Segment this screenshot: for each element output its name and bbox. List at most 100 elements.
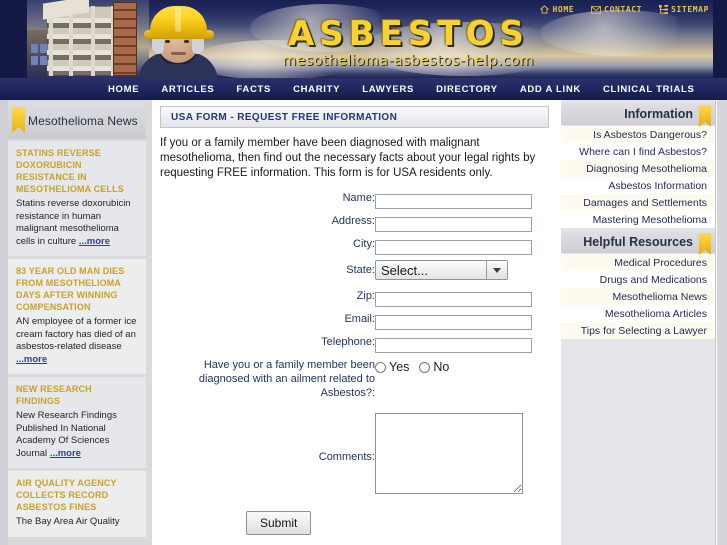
diagnosed-radio-group: Yes No [375, 358, 549, 374]
city-input[interactable] [375, 239, 532, 255]
top-link-sitemap[interactable]: SITEMAP [659, 5, 709, 14]
radio-no-option[interactable]: No [419, 360, 449, 374]
submit-button[interactable]: Submit [246, 511, 312, 535]
nav-item-clinical-trials[interactable]: CLINICAL TRIALS [603, 84, 695, 95]
sidebar-link[interactable]: Is Asbestos Dangerous? [561, 126, 715, 143]
radio-yes-input[interactable] [375, 361, 386, 373]
home-icon [540, 5, 550, 14]
sidebar-link[interactable]: Where can I find Asbestos? [561, 143, 715, 160]
news-item-body: The Bay Area Air Quality [16, 516, 138, 529]
name-input[interactable] [375, 193, 532, 209]
nav-item-lawyers[interactable]: LAWYERS [362, 84, 414, 95]
request-information-form: Name: Address: City: State: Select... Zi… [160, 191, 549, 504]
radio-yes-option[interactable]: Yes [375, 360, 409, 374]
address-input[interactable] [375, 216, 532, 232]
news-item: NEW RESEARCH FINDINGS New Research Findin… [8, 377, 146, 468]
top-link-home-label: HOME [552, 5, 575, 14]
top-link-sitemap-label: SITEMAP [671, 5, 709, 14]
bookmark-ribbon-icon [699, 105, 711, 127]
radio-yes-label: Yes [389, 360, 410, 374]
comments-label: Comments: [318, 451, 375, 463]
zip-label: Zip: [356, 290, 375, 302]
news-item-title[interactable]: AIR QUALITY AGENCY COLLECTS RECORD ASBES… [16, 477, 138, 513]
radio-no-input[interactable] [419, 361, 431, 373]
right-sidebar: Information Is Asbestos Dangerous? Where c… [557, 100, 727, 545]
page-root: ASBESTOS mesothelioma-asbestos-help.com … [0, 0, 727, 545]
news-item-more-link[interactable]: ...more [79, 236, 110, 247]
form-row-name: Name: [160, 191, 549, 214]
sidebar-link[interactable]: Drugs and Medications [561, 271, 715, 288]
site-domain: mesothelioma-asbestos-help.com [282, 53, 535, 69]
left-sidebar-edge [0, 100, 8, 545]
city-label: City: [353, 238, 375, 250]
form-row-state: State: Select... [160, 260, 549, 285]
panel-link-list: Medical Procedures Drugs and Medications M… [561, 254, 715, 339]
form-row-zip: Zip: [160, 285, 549, 312]
news-list: STATINS REVERSE DOXORUBICIN RESISTANCE I… [8, 141, 146, 537]
mesothelioma-news-header: Mesothelioma News [8, 103, 146, 139]
sidebar-link[interactable]: Mastering Mesothelioma [561, 211, 715, 228]
right-sidebar-edge [717, 100, 727, 545]
nav-item-charity[interactable]: CHARITY [293, 84, 340, 95]
site-banner: ASBESTOS mesothelioma-asbestos-help.com … [0, 0, 727, 78]
sitemap-icon [659, 5, 669, 14]
name-label: Name: [342, 192, 375, 204]
nav-item-articles[interactable]: ARTICLES [161, 84, 214, 95]
nav-item-home[interactable]: HOME [108, 84, 139, 95]
comments-textarea[interactable] [375, 413, 523, 494]
address-label: Address: [331, 215, 375, 227]
body-area: Mesothelioma News STATINS REVERSE DOXORU… [0, 100, 727, 545]
state-select[interactable]: Select... [375, 260, 508, 280]
sidebar-link[interactable]: Diagnosing Mesothelioma [561, 160, 715, 177]
top-quick-links: HOME CONTACT SITEMAP [540, 2, 709, 17]
news-item-title[interactable]: 83 YEAR OLD MAN DIES FROM MESOTHELIOMA D… [16, 265, 138, 313]
sidebar-link[interactable]: Asbestos Information [561, 177, 715, 194]
main-content: USA FORM - REQUEST FREE INFORMATION If y… [152, 100, 557, 545]
news-item-body: AN employee of a former ice cream factor… [16, 316, 138, 366]
panel-header-information: Information [561, 103, 715, 127]
form-row-comments: Comments: [160, 405, 549, 504]
panel-header-label: Information [624, 107, 693, 121]
panel-header-helpful-resources: Helpful Resources [561, 231, 715, 255]
form-row-email: Email: [160, 312, 549, 335]
news-item-title[interactable]: STATINS REVERSE DOXORUBICIN RESISTANCE I… [16, 147, 138, 195]
news-item-more-link[interactable]: ...more [16, 354, 47, 365]
sidebar-link[interactable]: Mesothelioma News [561, 288, 715, 305]
news-item-more-link[interactable]: ...more [50, 448, 81, 459]
news-item: AIR QUALITY AGENCY COLLECTS RECORD ASBES… [8, 471, 146, 537]
panel-link-list: Is Asbestos Dangerous? Where can I find A… [561, 126, 715, 228]
envelope-icon [591, 5, 602, 14]
nav-item-add-a-link[interactable]: ADD A LINK [520, 84, 581, 95]
left-sidebar: Mesothelioma News STATINS REVERSE DOXORU… [0, 100, 152, 545]
right-sidebar-inner: Information Is Asbestos Dangerous? Where c… [561, 100, 716, 545]
news-item-body: Statins reverse doxorubicin resistance i… [16, 198, 138, 248]
sidebar-link[interactable]: Medical Procedures [561, 254, 715, 271]
news-item: STATINS REVERSE DOXORUBICIN RESISTANCE I… [8, 141, 146, 256]
top-link-home[interactable]: HOME [540, 5, 574, 14]
site-title: ASBESTOS [287, 14, 529, 54]
sidebar-link[interactable]: Damages and Settlements [561, 194, 715, 211]
news-item-summary: AN employee of a former ice cream factor… [16, 316, 137, 352]
news-item-body: New Research Findings Published In Natio… [16, 410, 138, 460]
sidebar-link[interactable]: Mesothelioma Articles [561, 305, 715, 322]
main-navigation: HOME ARTICLES FACTS CHARITY LAWYERS DIRECTORY… [0, 78, 727, 100]
zip-input[interactable] [375, 291, 532, 307]
bookmark-ribbon-icon [12, 107, 25, 133]
top-link-contact[interactable]: CONTACT [591, 5, 642, 14]
sidebar-link[interactable]: Tips for Selecting a Lawyer [561, 322, 715, 339]
panel-header-label: Helpful Resources [583, 235, 693, 249]
radio-no-label: No [433, 360, 450, 374]
telephone-input[interactable] [375, 337, 532, 353]
form-row-city: City: [160, 237, 549, 260]
form-row-diagnosed: Have you or a family member been diagnos… [160, 358, 549, 405]
top-link-contact-label: CONTACT [604, 5, 643, 14]
news-item-title[interactable]: NEW RESEARCH FINDINGS [16, 383, 138, 407]
form-intro-text: If you or a family member have been diag… [160, 137, 536, 179]
news-item-summary: The Bay Area Air Quality [16, 516, 120, 527]
nav-item-facts[interactable]: FACTS [236, 84, 271, 95]
telephone-label: Telephone: [321, 336, 375, 348]
email-input[interactable] [375, 314, 532, 330]
form-row-telephone: Telephone: [160, 335, 549, 358]
nav-item-directory[interactable]: DIRECTORY [436, 84, 498, 95]
email-label: Email: [344, 313, 375, 325]
